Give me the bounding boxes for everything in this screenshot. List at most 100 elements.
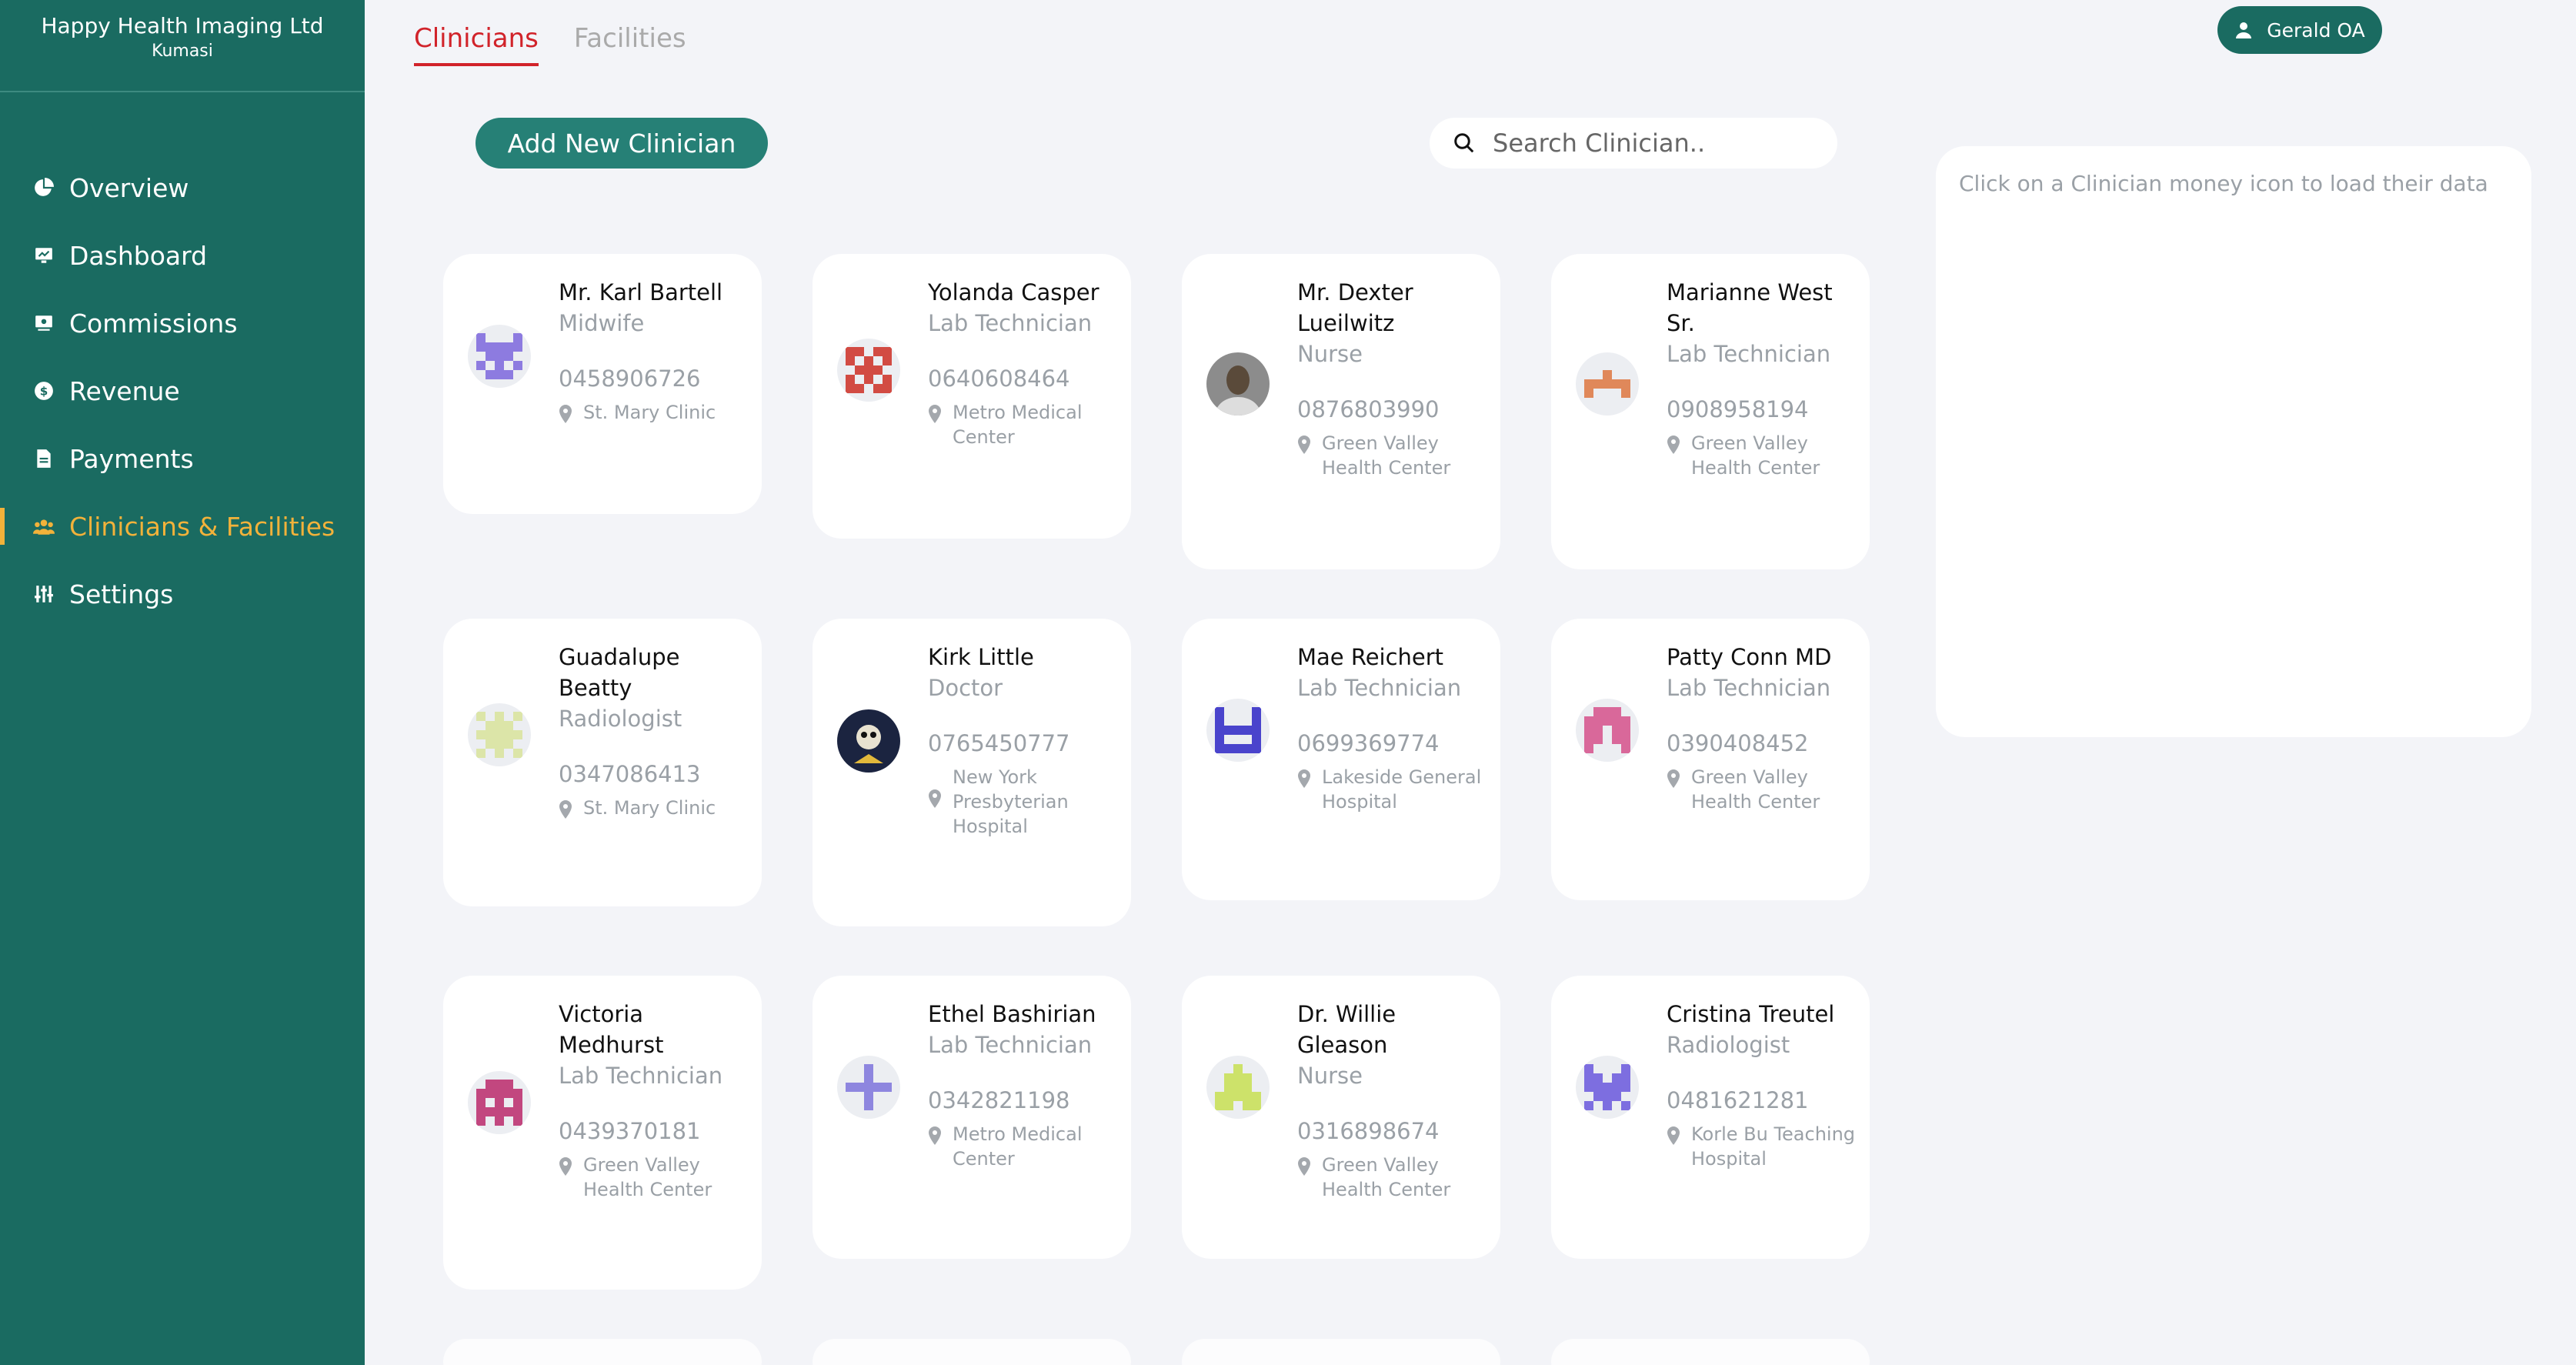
sidebar-item-settings[interactable]: Settings [0,560,365,628]
clinician-phone: 0765450777 [928,730,1070,756]
clinician-info: Kirk Little Doctor 0765450777 New York P… [928,642,1120,839]
clinician-location: Korle Bu Teaching Hospital [1667,1122,1859,1171]
clinician-card[interactable]: Mae Reichert Lab Technician 0699369774 L… [1182,619,1500,900]
avatar [468,325,531,388]
avatar-pixel [495,342,504,352]
avatar-pixel [846,347,855,356]
avatar-pixel [1612,1083,1621,1092]
location-pin-icon [559,800,577,825]
avatar-pixel [1593,1092,1603,1101]
clinician-card[interactable]: Mr. Dexter Lueilwitz Nurse 0876803990 Gr… [1182,254,1500,569]
location-pin-icon [1297,1157,1316,1202]
sidebar-item-clinicians-facilities[interactable]: Clinicians & Facilities [0,492,365,560]
clinician-info: Marianne West Sr. Lab Technician 0908958… [1667,277,1859,480]
avatar-pixel [846,384,855,393]
avatar-pixel [1252,716,1261,726]
avatar-pixel [846,375,855,384]
avatar-pixel [1603,370,1612,379]
avatar-pixel [1612,1092,1621,1101]
search-input[interactable]: Search Clinician.. [1430,118,1837,169]
clinician-card-partial[interactable] [443,1339,762,1365]
location-pin-icon [1667,436,1685,480]
avatar-pixel [1243,744,1252,753]
clinician-card-partial[interactable] [1182,1339,1500,1365]
sidebar-item-label: Commissions [69,308,238,339]
sidebar-item-dashboard[interactable]: Dashboard [0,222,365,289]
sidebar-item-commissions[interactable]: Commissions [0,289,365,357]
avatar-pixel [883,1083,892,1092]
avatar-pixel [1243,1092,1252,1101]
avatar-pixel [513,1116,522,1126]
avatar-pixel [846,356,855,365]
clinician-role: Lab Technician [928,310,1093,336]
user-menu-button[interactable]: Gerald OA [2217,6,2382,54]
avatar-pixel [1252,744,1261,753]
clinician-card[interactable]: Marianne West Sr. Lab Technician 0908958… [1551,254,1870,569]
tab-facilities[interactable]: Facilities [574,23,686,66]
clinician-role: Lab Technician [1667,341,1831,367]
sidebar-nav: Overview Dashboard Commissions $ Revenue… [0,154,365,628]
avatar-pixel [513,1098,522,1107]
clinician-card[interactable]: Patty Conn MD Lab Technician 0390408452 … [1551,619,1870,900]
avatar-pixel [1224,1092,1233,1101]
clinician-name: Mae Reichert [1297,644,1444,670]
clinician-location: Green Valley Health Center [1297,1153,1490,1202]
avatar [468,1071,531,1134]
clinician-info: Mr. Karl Bartell Midwife 0458906726 St. … [559,277,751,429]
avatar-pixel [476,1098,486,1107]
clinician-role: Nurse [1297,341,1363,367]
clinician-card-partial[interactable] [1551,1339,1870,1365]
avatar-pixel [1584,379,1593,389]
clinician-info: Mr. Dexter Lueilwitz Nurse 0876803990 Gr… [1297,277,1490,480]
avatar-pixel [864,375,873,384]
avatar-pixel [504,739,513,749]
clinician-facility: Korle Bu Teaching Hospital [1691,1123,1856,1170]
location-pin-icon [1667,1126,1685,1171]
tab-clinicians[interactable]: Clinicians [414,23,539,66]
sidebar-item-overview[interactable]: Overview [0,154,365,222]
avatar-pixel [486,739,495,749]
avatar-pixel [495,361,504,370]
avatar-pixel [1593,379,1603,389]
dashboard-icon [32,244,55,267]
avatar-pixel [486,1107,495,1116]
clinician-card[interactable]: Victoria Medhurst Lab Technician 0439370… [443,976,762,1290]
avatar-pixel [1603,1092,1612,1101]
avatar-pixel [1621,726,1630,735]
add-clinician-button[interactable]: Add New Clinician [475,118,768,169]
avatar-pixel [1584,1083,1593,1092]
clinician-card[interactable]: Guadalupe Beatty Radiologist 0347086413 … [443,619,762,906]
clinician-card[interactable]: Yolanda Casper Lab Technician 0640608464… [813,254,1131,539]
location-pin-icon [559,1157,577,1202]
document-icon [32,447,55,470]
clinician-location: Metro Medical Center [928,400,1120,449]
avatar-pixel [476,712,486,721]
sidebar-item-revenue[interactable]: $ Revenue [0,357,365,425]
avatar-pixel [486,370,495,379]
clinician-card[interactable]: Kirk Little Doctor 0765450777 New York P… [813,619,1131,926]
clinician-card[interactable]: Mr. Karl Bartell Midwife 0458906726 St. … [443,254,762,514]
avatar [1206,1056,1270,1119]
clinician-card[interactable]: Dr. Willie Gleason Nurse 0316898674 Gree… [1182,976,1500,1259]
avatar-pixel [1584,1064,1593,1073]
clinician-role: Lab Technician [928,1032,1093,1058]
avatar-pixel [1584,735,1593,744]
avatar-pixel [513,712,522,721]
avatar-pixel [1593,707,1603,716]
avatar-pixel [864,1101,873,1110]
sidebar-item-payments[interactable]: Payments [0,425,365,492]
clinician-facility: St. Mary Clinic [583,402,716,423]
clinician-card[interactable]: Ethel Bashirian Lab Technician 034282119… [813,976,1131,1259]
clinician-role: Lab Technician [1297,675,1462,701]
avatar-pixel [1612,1073,1621,1083]
clinician-card-partial[interactable] [813,1339,1131,1365]
clinician-card[interactable]: Cristina Treutel Radiologist 0481621281 … [1551,976,1870,1259]
avatar-pixel [1224,726,1233,735]
location-pin-icon [928,405,946,449]
clinician-facility: Green Valley Health Center [1322,432,1451,479]
clinician-phone: 0876803990 [1297,396,1440,422]
commissions-icon [32,312,55,335]
avatar [1576,1056,1639,1119]
avatar-pixel [1593,1073,1603,1083]
clinician-phone: 0439370181 [559,1118,701,1144]
